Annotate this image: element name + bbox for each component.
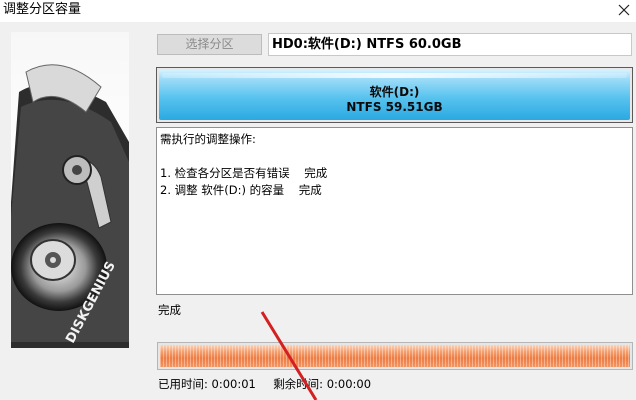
status-text: 完成 <box>158 303 181 317</box>
time-row: 已用时间: 0:00:01 剩余时间: 0:00:00 <box>158 376 371 392</box>
close-icon <box>618 4 630 16</box>
close-button[interactable] <box>612 0 636 22</box>
remaining-label: 剩余时间: <box>273 377 324 391</box>
progress-fill <box>160 345 630 367</box>
hard-drive-icon: DISKGENIUS <box>11 64 129 348</box>
progress-bar <box>157 342 633 370</box>
partition-size: NTFS 59.51GB <box>346 100 443 114</box>
remaining-value: 0:00:00 <box>326 377 372 391</box>
disk-info-field: HD0:软件(D:) NTFS 60.0GB <box>268 33 632 56</box>
partition-name: 软件(D:) <box>369 85 420 99</box>
operation-item: 1. 检查各分区是否有错误 完成 <box>160 166 328 180</box>
partition-map: 软件(D:) NTFS 59.51GB <box>156 67 633 123</box>
operations-header: 需执行的调整操作: <box>160 132 256 146</box>
select-partition-button[interactable]: 选择分区 <box>157 34 262 55</box>
elapsed-value: 0:00:01 <box>211 377 256 391</box>
operations-list: 需执行的调整操作: 1. 检查各分区是否有错误 完成 2. 调整 软件(D:) … <box>156 127 633 295</box>
title-bar: 调整分区容量 <box>0 0 636 22</box>
window-title: 调整分区容量 <box>3 2 82 17</box>
partition-block[interactable]: 软件(D:) NTFS 59.51GB <box>159 70 630 120</box>
operation-item: 2. 调整 软件(D:) 的容量 完成 <box>160 183 322 197</box>
diskgenius-logo: DISKGENIUS <box>11 32 129 348</box>
elapsed-label: 已用时间: <box>158 377 208 391</box>
